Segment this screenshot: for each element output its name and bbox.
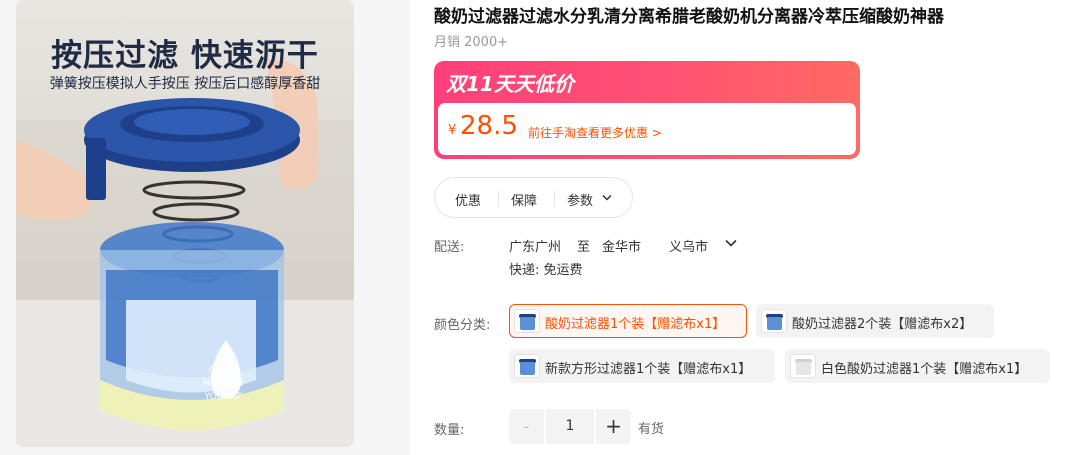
ship-to-city[interactable]: 金华市: [602, 236, 641, 255]
tab-divider: [498, 191, 499, 206]
shipping-label: 配送:: [434, 240, 465, 255]
quantity-label: 数量:: [434, 423, 465, 438]
quantity-decrease-button[interactable]: -: [509, 409, 544, 444]
sku-option-label: 新款方形过滤器1个装【赠滤布x1】: [545, 362, 752, 377]
sku-option-3[interactable]: 新款方形过滤器1个装【赠滤布x1】: [509, 349, 775, 383]
sku-option-4[interactable]: 白色酸奶过滤器1个装【赠滤布x1】: [785, 349, 1050, 383]
promo-banner: 双11天天低价 ¥ 28.5 前往手淘查看更多优惠 >: [434, 61, 860, 159]
product-details: 酸奶过滤器过滤水分乳清分离希腊老酸奶机分离器冷萃压缩酸奶神器 月销 2000+ …: [410, 0, 1071, 455]
sku-option-label: 酸奶过滤器1个装【赠滤布x1】: [545, 317, 726, 332]
ship-from: 广东广州: [509, 240, 562, 255]
tab-divider: [554, 191, 555, 206]
stock-status: 有货: [638, 422, 665, 437]
product-page: QUICK MIZUKIRI YOGURT 按压过滤 快速沥干 弹簧按压模拟人手…: [0, 0, 1071, 455]
cup-text-3: YOGURT: [204, 392, 242, 402]
sku-thumbnail: [514, 354, 540, 378]
quantity-increase-button[interactable]: +: [596, 409, 631, 444]
image-panel: QUICK MIZUKIRI YOGURT 按压过滤 快速沥干 弹簧按压模拟人手…: [0, 0, 410, 455]
product-title: 酸奶过滤器过滤水分乳清分离希腊老酸奶机分离器冷萃压缩酸奶神器: [434, 7, 944, 27]
quantity-input[interactable]: 1: [546, 409, 594, 444]
sku-thumbnail: [790, 354, 816, 378]
sku-option-2[interactable]: 酸奶过滤器2个装【赠滤布x2】: [756, 304, 994, 338]
image-subheadline: 弹簧按压模拟人手按压 按压后口感醇厚香甜: [49, 76, 321, 92]
ship-to-district[interactable]: 义乌市: [669, 236, 708, 255]
sku-option-label: 白色酸奶过滤器1个装【赠滤布x1】: [821, 362, 1028, 377]
cup-text-2: MIZUKIRI: [203, 379, 244, 389]
currency-symbol: ¥: [448, 123, 457, 138]
sku-thumbnail: [514, 309, 540, 333]
image-headline: 按压过滤 快速沥干: [51, 38, 319, 74]
monthly-sales: 月销 2000+: [434, 35, 509, 50]
sku-thumbnail: [761, 309, 787, 333]
product-image[interactable]: QUICK MIZUKIRI YOGURT 按压过滤 快速沥干 弹簧按压模拟人手…: [16, 0, 354, 447]
price-box: ¥ 28.5 前往手淘查看更多优惠 >: [438, 103, 856, 155]
ship-to-word: 至: [577, 240, 591, 255]
sku-option-label: 酸奶过滤器2个装【赠滤布x2】: [792, 317, 973, 332]
sku-label: 颜色分类:: [434, 318, 491, 333]
sku-option-1[interactable]: 酸奶过滤器1个装【赠滤布x1】: [509, 304, 747, 338]
cup-text-1: QUICK: [209, 366, 239, 376]
promo-title: 双11天天低价: [446, 72, 574, 96]
tab-params[interactable]: 参数: [567, 190, 593, 209]
tab-guarantee[interactable]: 保障: [511, 190, 537, 209]
tab-offers[interactable]: 优惠: [455, 190, 481, 209]
more-offers-link[interactable]: 前往手淘查看更多优惠 >: [528, 124, 662, 141]
chevron-down-icon[interactable]: [724, 236, 738, 250]
chevron-down-icon[interactable]: [602, 194, 612, 202]
express-fee: 快递: 免运费: [509, 263, 583, 278]
info-tabs: 优惠 保障 参数: [434, 177, 633, 218]
price: 28.5: [460, 111, 518, 141]
